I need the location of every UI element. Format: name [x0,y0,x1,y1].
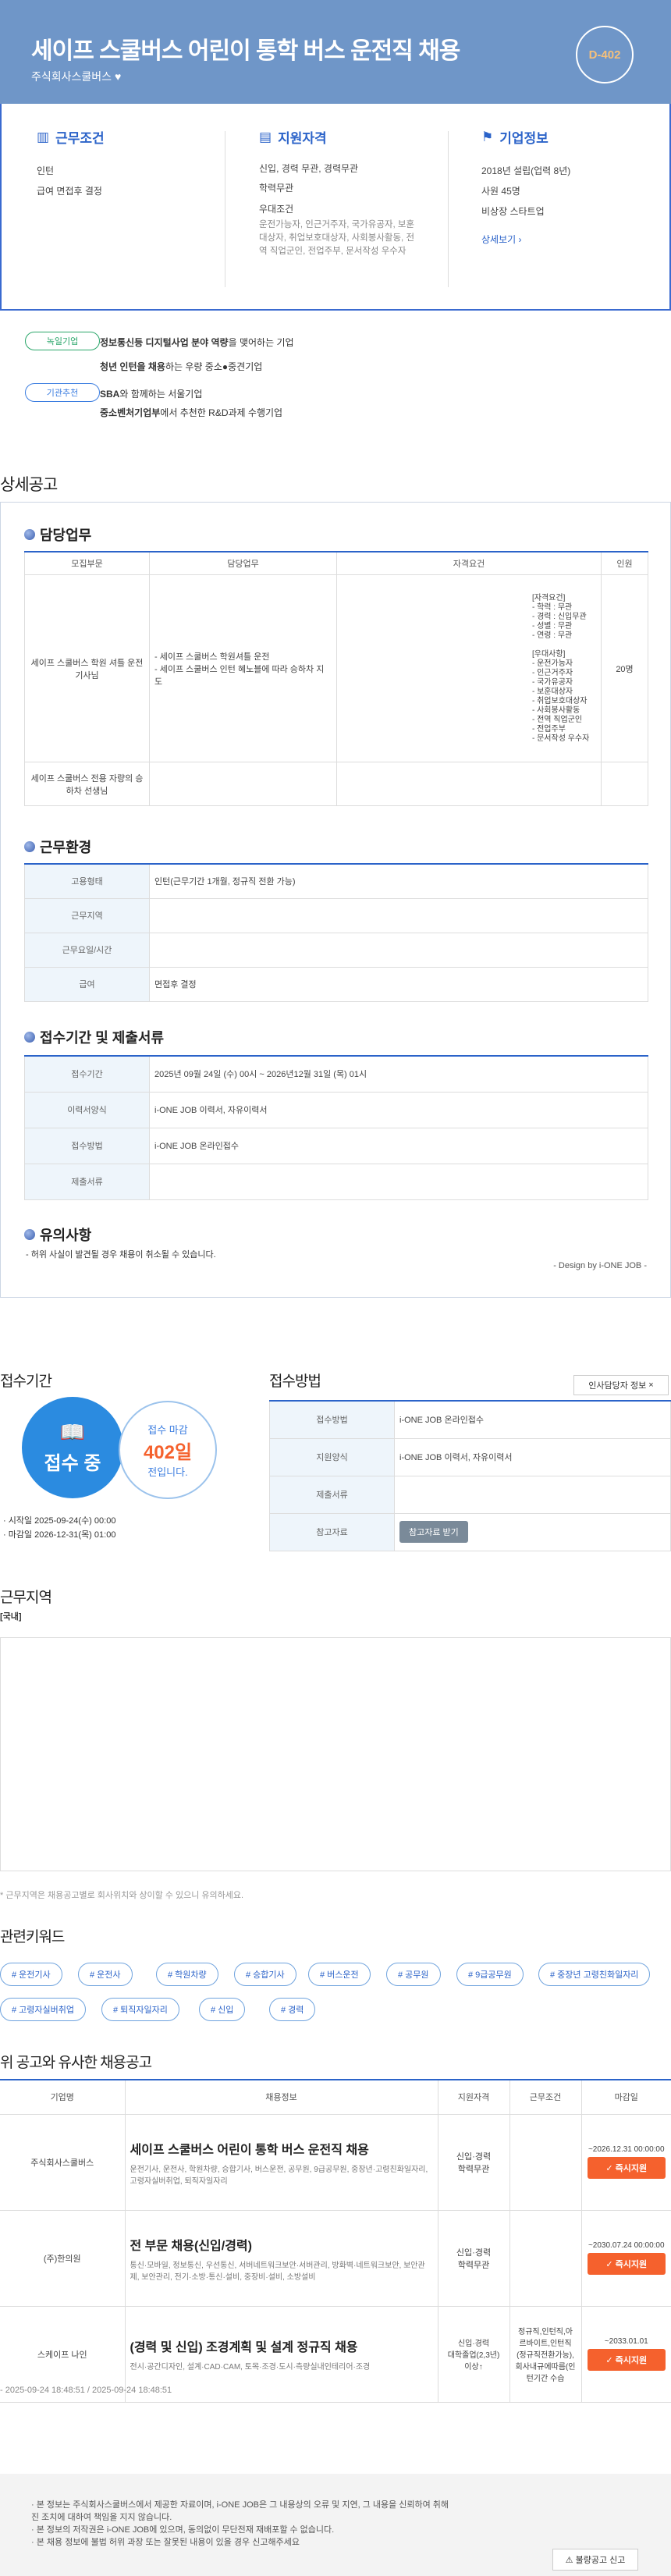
heart-icon[interactable]: ♥ [115,70,121,83]
bullet-icon [24,1032,35,1043]
keyword-tag[interactable]: # 경력 [269,1998,316,2021]
status-circle: 📖 접수 중 [22,1397,123,1498]
keyword-tag[interactable]: # 운전기사 [0,1963,62,1986]
tag-text: SBA와 함께하는 서울기업 [100,389,203,400]
table-row[interactable]: (주)한의원 전 부문 채용(신입/경력) 통신·모바일, 정보통신, 우선통신,… [0,2209,671,2307]
keyword-tag[interactable]: # 신입 [199,1998,246,2021]
apply-heading: 접수기간 및 제출서류 [24,1027,164,1047]
keyword-tag[interactable]: # 공무원 [386,1963,441,1986]
company-name[interactable]: 주식회사스쿨버스 ♥ [31,69,121,84]
map-area[interactable] [0,1637,671,1871]
duty-heading: 담당업무 [24,524,91,545]
method-table: 접수방법 i-ONE JOB 온라인접수 지원양식 i-ONE JOB 이력서, 자… [269,1400,671,1551]
similar-table: 기업명 채용정보 지원자격 근무조건 마감일 주식회사스쿨버스 세이프 스쿨버스 어린이… [0,2079,671,2403]
detail-panel: 담당업무 모집부문 담당업무 자격요건 인원 세이프 스쿨버스 학원 셔틀 운전기사님… [0,502,671,1298]
tag-text: 중소벤처기업부에서 추천한 R&D과제 수행기업 [100,407,283,418]
apply-now-button[interactable]: ✓ 즉시지원 [587,2157,666,2179]
notice-heading: 유의사항 [24,1224,91,1245]
flag-icon: ⚑ [481,129,494,144]
notice-text: - 허위 사실이 발견될 경우 채용이 취소될 수 있습니다. [26,1250,216,1260]
period-heading: 접수기간 [0,1373,52,1390]
report-button[interactable]: ⚠ 불량공고 신고 [552,2549,638,2571]
download-reference-button[interactable]: 참고자료 받기 [399,1521,468,1543]
location-note: * 근무지역은 채용공고별로 회사위치와 상이할 수 있으니 유의하세요. [0,1891,244,1900]
footer: · 본 정보는 주식회사스쿨버스에서 제공한 자료이며, i-ONE JOB은 … [0,2474,671,2576]
tag-text: 청년 인턴을 채용하는 우량 중소●중견기업 [100,361,263,372]
tag-badge: 기관추천 [25,383,100,402]
tag-badge: 녹일기업 [25,332,100,350]
conditions-column: ▥ 근무조건 인턴 급여 면접후 결정 [37,129,105,197]
apply-now-button[interactable]: ✓ 즉시지원 [587,2349,666,2371]
manager-info-button[interactable]: 인사담당자 정보 × [573,1375,669,1395]
job-header: 세이프 스쿨버스 어린이 통학 버스 운전직 채용 주식회사스쿨버스 ♥ D-4… [0,0,671,104]
dday-badge: D-402 [576,26,634,83]
address: [국내] [0,1612,22,1622]
similar-heading: 위 공고와 유사한 채용공고 [0,2055,152,2071]
deadline-circle: 접수 마감 402일 전입니다. [119,1401,217,1499]
method-heading: 접수방법 [269,1373,321,1390]
company-info-column: ⚑ 기업정보 2018년 설립(업력 8년) 사원 45명 비상장 스타트업 상세… [481,127,671,250]
keyword-tag[interactable]: # 고령자실버취업 [0,1998,87,2021]
keyword-tag[interactable]: # 학원차량 [156,1963,218,1986]
env-table: 고용형태 인턴(근무기간 1개월, 정규직 전환 가능) 근무지역 근무요일/시간… [24,863,648,1002]
book-icon: 📖 [59,1420,86,1444]
bullet-icon [24,529,35,540]
env-heading: 근무환경 [24,837,91,857]
keyword-tag[interactable]: # 9급공무원 [456,1963,524,1986]
keywords-heading: 관련키워드 [0,1929,65,1945]
apply-table: 접수기간 2025년 09월 24일 (수) 00시 ~ 2026년12월 31일… [24,1055,648,1200]
keyword-tag[interactable]: # 퇴직자일자리 [101,1998,179,2021]
detail-heading: 상세공고 [0,476,58,494]
keyword-tag[interactable]: # 중장년 고령친화일자리 [538,1963,651,1986]
bullet-icon [24,841,35,852]
keyword-tag[interactable]: # 버스운전 [308,1963,371,1986]
job-summary: ▥ 근무조건 인턴 급여 면접후 결정 ▤ 지원자격 신입, 경력 무관, 경력무관… [0,104,671,311]
qualification-column: ▤ 지원자격 신입, 경력 무관, 경력무관 학력무관 우대조건 운전가능자, 인… [259,129,415,257]
location-heading: 근무지역 [0,1590,52,1606]
duty-table: 모집부문 담당업무 자격요건 인원 세이프 스쿨버스 학원 셔틀 운전기사님 - 세이프… [24,551,648,806]
keyword-tag[interactable]: # 운전사 [78,1963,133,1986]
siren-icon: ⚠ [565,2555,573,2565]
tag-text: 정보통신등 디지털사업 분야 역량을 맺어하는 기업 [100,337,294,348]
footer-notes: · 본 정보는 주식회사스쿨버스에서 제공한 자료이며, i-ONE JOB은 … [31,2500,449,2547]
design-credit: - Design by i-ONE JOB - [553,1261,647,1270]
table-row[interactable]: 주식회사스쿨버스 세이프 스쿨버스 어린이 통학 버스 운전직 채용 운전기사, … [0,2113,671,2211]
apply-now-button[interactable]: ✓ 즉시지원 [587,2253,666,2275]
close-icon: × [648,1380,654,1390]
keyword-tag[interactable]: # 승합기사 [234,1963,296,1986]
document-icon: ▤ [259,129,272,144]
period-dates: · 시작일 2025-09-24(수) 00:00 · 마감일 2026-12-3… [3,1516,116,1540]
timestamp: - 2025-09-24 18:48:51 / 2025-09-24 18:48… [0,2386,172,2395]
job-title: 세이프 스쿨버스 어린이 통학 버스 운전직 채용 [31,38,460,64]
bullet-icon [24,1229,35,1240]
company-detail-link[interactable]: 상세보기 › [481,229,671,250]
building-icon: ▥ [37,129,50,144]
